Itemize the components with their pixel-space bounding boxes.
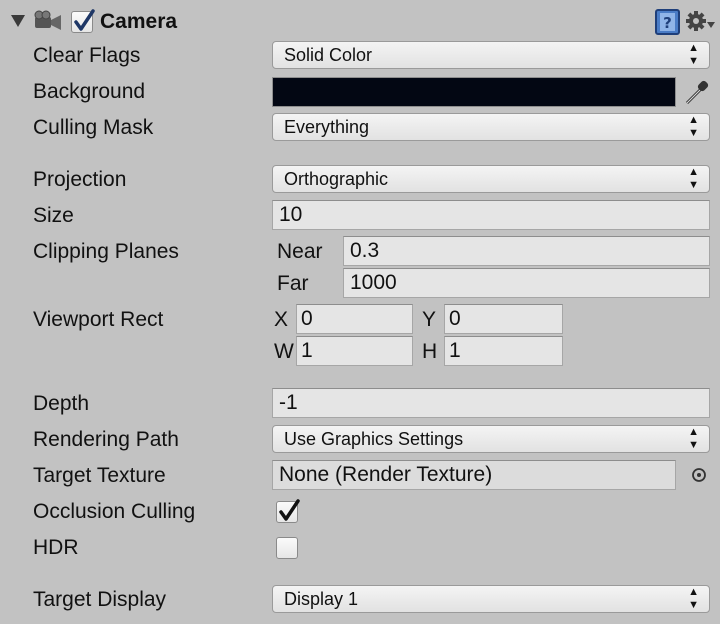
rendering-path-value: Use Graphics Settings	[284, 429, 464, 449]
target-display-label: Target Display	[33, 588, 167, 611]
svg-text:?: ?	[663, 14, 672, 32]
viewport-w-field[interactable]: 1	[296, 336, 413, 366]
occlusion-culling-label: Occlusion Culling	[33, 500, 196, 523]
projection-label: Projection	[33, 168, 127, 191]
dropdown-arrows-icon: ▲ ▼	[688, 166, 699, 191]
viewport-x-label[interactable]: X	[274, 306, 288, 334]
gear-icon[interactable]	[686, 10, 716, 34]
object-picker-icon[interactable]	[691, 467, 707, 483]
hdr-label: HDR	[33, 536, 79, 559]
occlusion-culling-checkbox[interactable]	[276, 499, 300, 523]
rendering-path-label: Rendering Path	[33, 428, 179, 451]
background-color-swatch[interactable]	[272, 77, 676, 107]
size-field[interactable]: 10	[272, 200, 710, 230]
viewport-h-field[interactable]: 1	[444, 336, 563, 366]
clear-flags-dropdown[interactable]: Solid Color ▲ ▼	[272, 41, 710, 69]
background-label: Background	[33, 80, 146, 103]
component-header: Camera ?	[0, 0, 720, 44]
culling-mask-value: Everything	[284, 117, 370, 137]
near-field[interactable]: 0.3	[343, 236, 710, 266]
dropdown-arrows-icon: ▲ ▼	[688, 586, 699, 611]
depth-field[interactable]: -1	[272, 388, 710, 418]
camera-icon	[34, 10, 61, 30]
foldout-triangle-icon[interactable]	[11, 14, 26, 28]
clear-flags-label: Clear Flags	[33, 44, 141, 67]
component-title: Camera	[100, 10, 178, 33]
camera-inspector-panel: Camera ? Clear Flags Solid Color ▲ ▼ Bac…	[0, 0, 720, 624]
target-display-dropdown[interactable]: Display 1 ▲ ▼	[272, 585, 710, 613]
viewport-rect-label: Viewport Rect	[33, 308, 164, 331]
hdr-checkbox[interactable]	[276, 537, 298, 559]
clear-flags-value: Solid Color	[284, 45, 373, 65]
viewport-x-field[interactable]: 0	[296, 304, 413, 334]
viewport-y-label[interactable]: Y	[422, 306, 436, 334]
projection-dropdown[interactable]: Orthographic ▲ ▼	[272, 165, 710, 193]
dropdown-arrows-icon: ▲ ▼	[688, 114, 699, 139]
eyedropper-icon[interactable]	[682, 77, 712, 107]
clipping-planes-label: Clipping Planes	[33, 240, 179, 263]
projection-value: Orthographic	[284, 169, 389, 189]
far-label: Far	[277, 272, 309, 295]
dropdown-arrows-icon: ▲ ▼	[688, 426, 699, 451]
culling-mask-dropdown[interactable]: Everything ▲ ▼	[272, 113, 710, 141]
viewport-w-label[interactable]: W	[274, 338, 294, 366]
culling-mask-label: Culling Mask	[33, 116, 154, 139]
far-field[interactable]: 1000	[343, 268, 710, 298]
depth-label: Depth	[33, 392, 90, 415]
target-display-value: Display 1	[284, 589, 359, 609]
help-book-icon[interactable]: ?	[655, 9, 681, 35]
target-texture-field[interactable]: None (Render Texture)	[272, 460, 676, 490]
rendering-path-dropdown[interactable]: Use Graphics Settings ▲ ▼	[272, 425, 710, 453]
dropdown-arrows-icon: ▲ ▼	[688, 42, 699, 67]
component-enabled-checkbox[interactable]	[71, 9, 95, 33]
viewport-y-field[interactable]: 0	[444, 304, 563, 334]
size-label: Size	[33, 204, 74, 227]
viewport-h-label[interactable]: H	[422, 338, 437, 366]
near-label: Near	[277, 240, 323, 263]
target-texture-label: Target Texture	[33, 464, 166, 487]
